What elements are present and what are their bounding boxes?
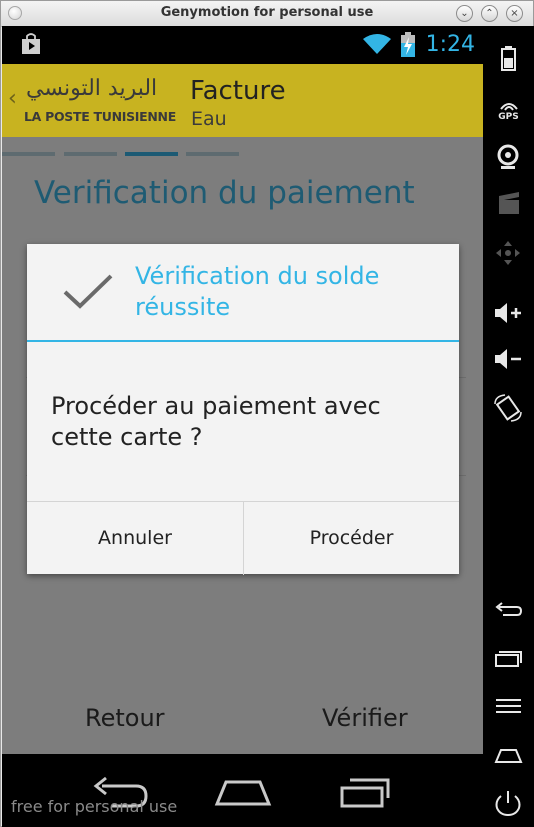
wifi-icon	[363, 34, 391, 54]
screencast-icon	[499, 192, 519, 214]
dialog-message: Procéder au paiement avec cette carte ?	[51, 392, 381, 451]
battery-icon	[401, 32, 415, 57]
gps-signal-icon	[499, 103, 518, 111]
sidebar-recents-icon[interactable]	[483, 648, 534, 670]
sidebar-menu-icon[interactable]	[483, 696, 534, 718]
step-indicator	[2, 152, 483, 157]
power-icon[interactable]	[483, 790, 534, 816]
gps-label: GPS	[498, 112, 519, 122]
checkmark-icon	[63, 274, 113, 309]
nav-home-icon[interactable]	[214, 778, 272, 808]
emulator-sidebar: GPS	[483, 26, 534, 827]
step-2	[64, 152, 117, 156]
action-bar: ‹ البريد التونسي LA POSTE TUNISIENNE Fac…	[2, 64, 483, 137]
sidebar-home-icon[interactable]	[483, 744, 534, 766]
play-store-icon	[22, 33, 40, 54]
step-4	[186, 152, 239, 156]
confirmation-dialog: Vérification du solde réussite Procéder …	[27, 244, 459, 575]
device-screen: 1:24 ‹ البريد التونسي LA POSTE TUNISIENN…	[2, 26, 483, 827]
window-titlebar: Genymotion for personal use ⌄ ⌃ ×	[1, 1, 533, 27]
dpad-icon	[496, 241, 520, 265]
nav-recents-icon[interactable]	[336, 776, 394, 810]
minimize-icon[interactable]: ⌄	[456, 5, 473, 22]
volume-down-icon[interactable]	[483, 346, 534, 372]
actionbar-subtitle: Eau	[191, 108, 227, 130]
logo-text: LA POSTE TUNISIENNE	[24, 109, 176, 124]
logo-arabic: البريد التونسي	[26, 76, 158, 101]
verify-button[interactable]: Vérifier	[322, 704, 408, 732]
gps-icon[interactable]: GPS	[483, 96, 534, 122]
cancel-button[interactable]: Annuler	[27, 502, 244, 575]
close-icon[interactable]: ×	[506, 5, 523, 22]
actionbar-title: Facture	[190, 76, 286, 106]
step-3	[125, 152, 178, 156]
maximize-icon[interactable]: ⌃	[481, 5, 498, 22]
status-bar: 1:24	[2, 26, 483, 64]
up-caret-icon[interactable]: ‹	[8, 86, 17, 111]
back-button[interactable]: Retour	[85, 704, 165, 732]
sidebar-back-icon[interactable]	[483, 600, 534, 622]
watermark: free for personal use	[11, 797, 178, 816]
dialog-title-divider	[27, 340, 459, 342]
navigation-bar	[2, 754, 483, 827]
clock: 1:24	[425, 32, 475, 57]
rotate-icon[interactable]	[483, 394, 534, 422]
content-area: Verification du paiement Retour Vérifier…	[2, 137, 483, 754]
webcam-icon[interactable]	[483, 144, 534, 170]
dialog-button-bar: Annuler Procéder	[27, 501, 459, 575]
dialog-title: Vérification du solde réussite	[135, 262, 380, 321]
window-title: Genymotion for personal use	[160, 5, 374, 20]
battery-control-icon[interactable]	[483, 46, 534, 72]
volume-up-icon[interactable]	[483, 300, 534, 326]
step-1	[2, 152, 55, 156]
page-title: Verification du paiement	[34, 175, 415, 211]
proceed-button[interactable]: Procéder	[244, 502, 459, 575]
emulator-window: Genymotion for personal use ⌄ ⌃ × 1:24 ‹…	[0, 0, 534, 827]
